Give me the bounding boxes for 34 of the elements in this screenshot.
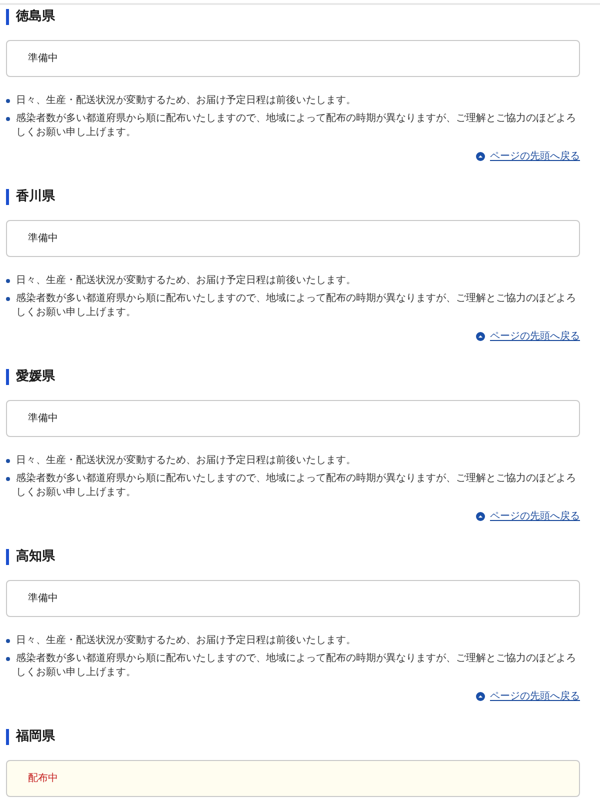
bullet-icon [6, 98, 10, 102]
bullet-icon [6, 638, 10, 642]
bullet-icon [6, 656, 10, 660]
back-to-top-link[interactable]: ページの先頭へ戻る [476, 510, 580, 524]
up-caret-icon [476, 152, 485, 161]
section-heading: 香川県 [6, 188, 55, 204]
bullet-icon [6, 458, 10, 462]
section-heading: 高知県 [6, 548, 55, 564]
note-text: 日々、生産・配送状況が変動するため、お届け予定日程は前後いたします。 [16, 634, 356, 648]
note-text: 感染者数が多い都道府県から順に配布いたしますので、地域によって配布の時期が異なりますが、ご理解とご協力のほどよろしくお願い申し上げます。 [16, 112, 577, 140]
bullet-icon [6, 116, 10, 120]
bullet-icon [6, 476, 10, 480]
note-text: 感染者数が多い都道府県から順に配布いたしますので、地域によって配布の時期が異なりますが、ご理解とご協力のほどよろしくお願い申し上げます。 [16, 292, 577, 320]
back-to-top-link[interactable]: ページの先頭へ戻る [476, 150, 580, 164]
up-caret-icon [476, 512, 485, 521]
note-text: 日々、生産・配送状況が変動するため、お届け予定日程は前後いたします。 [16, 274, 356, 288]
note-text: 感染者数が多い都道府県から順に配布いたしますので、地域によって配布の時期が異なりますが、ご理解とご協力のほどよろしくお願い申し上げます。 [16, 472, 577, 500]
up-caret-icon [476, 332, 485, 341]
note-text: 日々、生産・配送状況が変動するため、お届け予定日程は前後いたします。 [16, 454, 356, 468]
back-to-top-link[interactable]: ページの先頭へ戻る [476, 330, 580, 344]
status-panel: 準備中 [6, 40, 580, 76]
section-heading: 徳島県 [6, 8, 55, 24]
note-text: 感染者数が多い都道府県から順に配布いたしますので、地域によって配布の時期が異なりますが、ご理解とご協力のほどよろしくお願い申し上げます。 [16, 652, 577, 680]
section-heading: 福岡県 [6, 728, 55, 744]
section-heading: 愛媛県 [6, 368, 55, 384]
status-panel: 配布中 [6, 760, 580, 796]
status-panel: 準備中 [6, 400, 580, 436]
bullet-icon [6, 278, 10, 282]
status-panel: 準備中 [6, 220, 580, 256]
back-to-top-link[interactable]: ページの先頭へ戻る [476, 690, 580, 704]
up-caret-icon [476, 692, 485, 701]
note-text: 日々、生産・配送状況が変動するため、お届け予定日程は前後いたします。 [16, 94, 356, 108]
bullet-icon [6, 296, 10, 300]
status-panel: 準備中 [6, 580, 580, 616]
